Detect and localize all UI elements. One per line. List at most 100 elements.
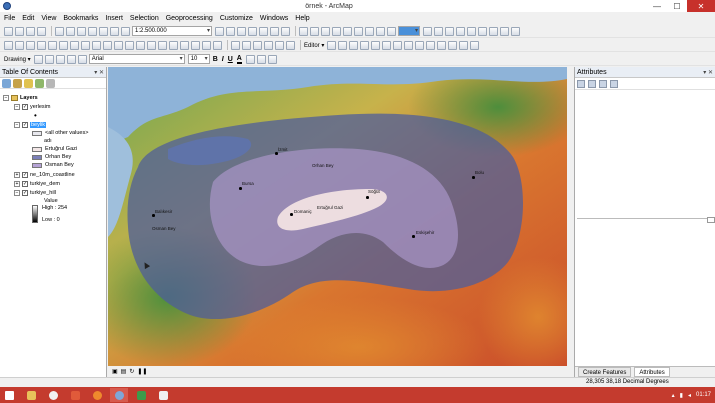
layer-checkbox[interactable]: ✓ <box>22 104 28 110</box>
refresh-icon[interactable]: ↻ <box>129 368 134 375</box>
layout-tool-5-icon[interactable] <box>343 26 352 36</box>
taskbar-arcmap-icon[interactable] <box>110 388 128 402</box>
layer-checkbox[interactable]: ✓ <box>22 190 28 196</box>
copy-icon[interactable] <box>66 26 75 36</box>
menu-file[interactable]: File <box>4 15 15 22</box>
menu-windows[interactable]: Windows <box>260 15 288 22</box>
save-icon[interactable] <box>26 26 35 36</box>
text-tool-icon[interactable] <box>77 54 87 64</box>
bold-button[interactable]: B <box>213 56 218 63</box>
tab-create-features[interactable]: Create Features <box>578 367 632 377</box>
edit-annotation-icon[interactable] <box>338 40 348 50</box>
back-extent-icon[interactable] <box>70 40 79 50</box>
end-point-arc-icon[interactable] <box>360 40 370 50</box>
menu-view[interactable]: View <box>41 15 56 22</box>
layer-checkbox[interactable]: ✓ <box>22 172 28 178</box>
attributes-pin-close[interactable]: ▾ ✕ <box>703 69 713 76</box>
font-combo[interactable]: Arial <box>88 54 185 64</box>
data-view-icon[interactable]: ▣ <box>112 368 118 375</box>
point-icon[interactable] <box>382 40 392 50</box>
list-by-selection-icon[interactable] <box>35 78 44 88</box>
underline-button[interactable]: U <box>228 56 233 63</box>
layout-tool-4-icon[interactable] <box>332 26 341 36</box>
taskbar-firefox-icon[interactable] <box>88 388 106 402</box>
marker-color-icon[interactable] <box>267 54 277 64</box>
select-elements-icon[interactable] <box>114 40 123 50</box>
html-popup-icon[interactable] <box>191 40 200 50</box>
options-icon[interactable] <box>610 79 618 88</box>
layer-label[interactable]: turkiye_hill <box>30 190 56 196</box>
geoprocess-tool-4-icon[interactable] <box>264 40 273 50</box>
list-by-drawing-order-icon[interactable] <box>2 78 11 88</box>
python-window-icon[interactable] <box>270 26 279 36</box>
layer-label[interactable]: beylik <box>30 122 47 128</box>
select-features-icon[interactable] <box>92 40 101 50</box>
viewer-window-icon[interactable] <box>213 40 222 50</box>
layout-tool-18-icon[interactable] <box>511 26 520 36</box>
print-icon[interactable] <box>37 26 46 36</box>
font-size-combo[interactable]: 10 <box>187 54 210 64</box>
layout-tool-14-icon[interactable] <box>467 26 476 36</box>
tray-up-arrow-icon[interactable]: ▴ <box>672 392 675 399</box>
layers-group[interactable]: − Layers <box>3 94 38 102</box>
geoprocess-tool-3-icon[interactable] <box>253 40 262 50</box>
close-button[interactable]: ✕ <box>687 0 715 12</box>
geoprocess-tool-1-icon[interactable] <box>231 40 240 50</box>
layout-tool-10-icon[interactable] <box>423 26 432 36</box>
geoprocess-tool-2-icon[interactable] <box>242 40 251 50</box>
layer-checkbox[interactable]: ✓ <box>22 122 28 128</box>
tray-volume-icon[interactable]: ◂ <box>688 392 691 399</box>
time-slider-icon[interactable] <box>202 40 211 50</box>
toc-options-icon[interactable] <box>46 78 55 88</box>
layout-tool-17-icon[interactable] <box>500 26 509 36</box>
open-icon[interactable] <box>15 26 24 36</box>
rectangle-icon[interactable] <box>66 54 76 64</box>
layout-tool-6-icon[interactable] <box>354 26 363 36</box>
zoom-out-icon[interactable] <box>15 40 24 50</box>
catalog-window-icon[interactable] <box>237 26 246 36</box>
editor-menu[interactable]: Editor ▾ <box>304 42 324 49</box>
find-route-icon[interactable] <box>147 40 156 50</box>
new-document-icon[interactable] <box>4 26 13 36</box>
sort-icon[interactable] <box>577 79 585 88</box>
taskbar-app-red-icon[interactable] <box>66 388 84 402</box>
menu-edit[interactable]: Edit <box>22 15 34 22</box>
fill-color-icon[interactable] <box>245 54 255 64</box>
layout-tool-13-icon[interactable] <box>456 26 465 36</box>
drawing-menu[interactable]: Drawing ▾ <box>4 56 31 63</box>
attributes-window-icon[interactable] <box>448 40 458 50</box>
taskbar-green-app-icon[interactable] <box>132 388 150 402</box>
sort-alpha-icon[interactable] <box>588 79 596 88</box>
add-data-icon[interactable] <box>121 26 130 36</box>
reshape-icon[interactable] <box>404 40 414 50</box>
edit-vertices-icon[interactable] <box>393 40 403 50</box>
map-view[interactable]: İzmit Orhan Bey Bursa Söğüt Ertuğrul Gaz… <box>108 67 567 376</box>
layer-label[interactable]: ne_10m_coastline <box>30 172 75 178</box>
minimize-button[interactable]: — <box>647 0 667 12</box>
find-icon[interactable] <box>136 40 145 50</box>
layout-tool-3-icon[interactable] <box>321 26 330 36</box>
list-by-visibility-icon[interactable] <box>24 78 33 88</box>
tray-network-icon[interactable]: ▮ <box>680 392 683 399</box>
layout-tool-9-icon[interactable] <box>387 26 396 36</box>
select-elements-pointer-icon[interactable] <box>33 54 43 64</box>
zoom-in-icon[interactable] <box>4 40 13 50</box>
pan-icon[interactable] <box>26 40 35 50</box>
layout-tool-16-icon[interactable] <box>489 26 498 36</box>
editor-toolbar-icon[interactable] <box>215 26 224 36</box>
layer-label[interactable]: yerlesim <box>30 104 50 110</box>
layer-beylik[interactable]: − ✓ beylik <box>14 121 47 129</box>
map-scale-combo[interactable]: 1:2.500.000 <box>132 26 212 36</box>
layout-tool-7-icon[interactable] <box>365 26 374 36</box>
full-extent-icon[interactable] <box>37 40 46 50</box>
geoprocess-tool-5-icon[interactable] <box>275 40 284 50</box>
fixed-zoom-out-icon[interactable] <box>59 40 68 50</box>
maximize-button[interactable]: ☐ <box>667 0 687 12</box>
model-builder-icon[interactable] <box>281 26 290 36</box>
edit-tool-icon[interactable] <box>327 40 337 50</box>
split-icon[interactable] <box>426 40 436 50</box>
menu-customize[interactable]: Customize <box>220 15 253 22</box>
delete-icon[interactable] <box>88 26 97 36</box>
attributes-list[interactable] <box>577 91 713 219</box>
taskbar-explorer-icon[interactable] <box>22 388 40 402</box>
